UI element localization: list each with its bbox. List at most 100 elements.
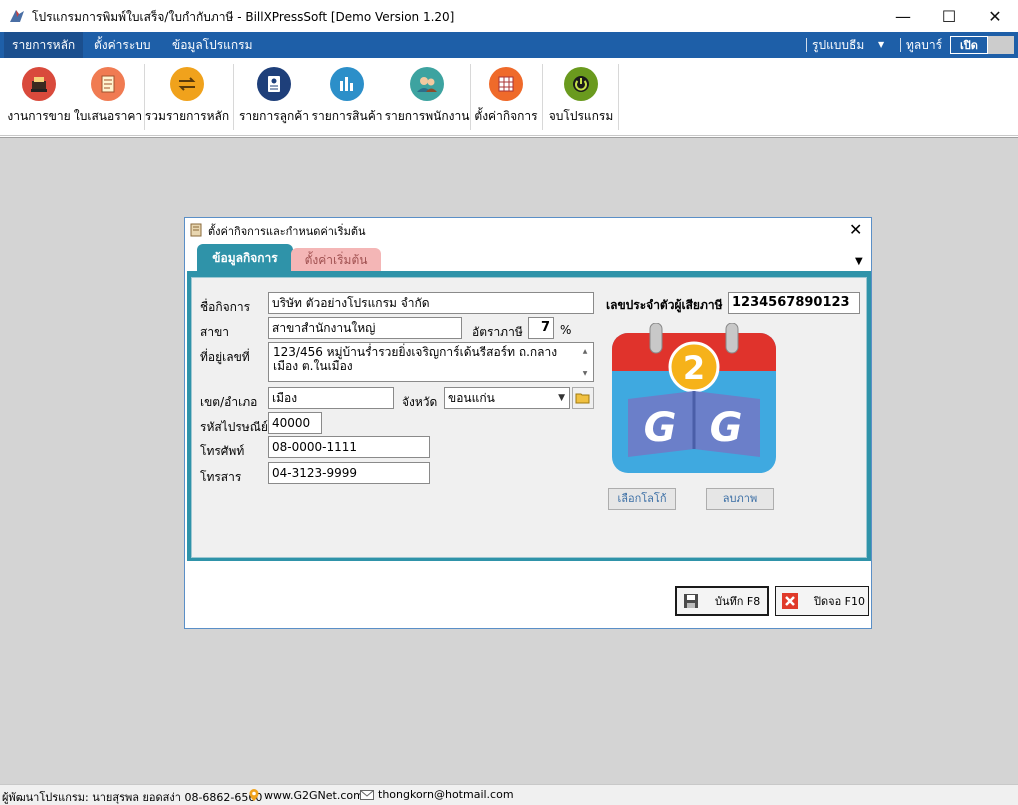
products-icon (330, 67, 364, 101)
address-label: ที่อยู่เลขที่ (200, 350, 250, 364)
email-link[interactable]: thongkorn@hotmail.com (378, 788, 514, 801)
exit-program-button[interactable]: จบโปรแกรม (548, 64, 614, 130)
menu-separator (806, 38, 807, 52)
address-text: 123/456 หมู่บ้านร่ำรวยยิ่งเจริญการ์เด้นร… (273, 345, 558, 373)
app-icon (10, 10, 24, 22)
save-icon (684, 594, 698, 608)
quotation-label: ใบเสนอราคา (73, 109, 143, 123)
save-label: บันทึก F8 (715, 595, 761, 608)
tab-menu-icon[interactable]: ▼ (855, 256, 863, 267)
ribbon-separator (233, 64, 234, 130)
business-name-label: ชื่อกิจการ (200, 300, 251, 314)
theme-label[interactable]: รูปแบบธีม (812, 36, 864, 54)
business-logo-image: 2 G G (612, 323, 776, 473)
ribbon-separator (470, 64, 471, 130)
logo-left-letter: G (644, 405, 677, 451)
swap-icon (170, 67, 204, 101)
toolbar-toggle[interactable]: เปิด (950, 36, 1014, 54)
business-info-panel: ชื่อกิจการ บริษัท ตัวอย่างโปรแกรม จำกัด … (191, 277, 867, 558)
toolbar-label: ทูลบาร์ (906, 38, 943, 52)
folder-icon (575, 393, 590, 404)
close-dialog-button[interactable]: ปิดจอ F10 (775, 586, 869, 616)
website-link[interactable]: www.G2GNet.com (264, 789, 364, 802)
customers-button[interactable]: รายการลูกค้า (238, 64, 310, 130)
employees-button[interactable]: รายการพนักงาน (384, 64, 470, 130)
phone-field[interactable]: 08-0000-1111 (268, 436, 430, 458)
logo-number: 2 (683, 349, 705, 387)
sales-label: งานการขาย (7, 109, 71, 123)
website-item[interactable]: www.G2GNet.com (248, 788, 364, 802)
developer-info: ผู้พัฒนาโปรแกรม: นายสุรพล ยอดสง่า 08-686… (2, 791, 263, 804)
close-dialog-label: ปิดจอ F10 (814, 595, 865, 608)
menu-bar: รายการหลัก ตั้งค่าระบบ ข้อมูลโปรแกรม รูป… (0, 32, 1018, 58)
title-bar: โปรแกรมการพิมพ์ใบเสร็จ/ใบกำกับภาษี - Bil… (0, 0, 1018, 32)
branch-label: สาขา (200, 325, 230, 339)
quotation-button[interactable]: ใบเสนอราคา (74, 64, 142, 130)
combine-items-button[interactable]: รวมรายการหลัก (144, 64, 230, 130)
logo-right-letter: G (710, 405, 743, 451)
location-pin-icon (249, 789, 259, 801)
dialog-title-icon (190, 223, 202, 237)
branch-field[interactable]: สาขาสำนักงานใหญ่ (268, 317, 462, 339)
dialog-close-icon[interactable]: ✕ (849, 220, 862, 239)
close-icon (782, 593, 798, 609)
province-select[interactable]: ขอนแก่น ▼ (444, 387, 570, 409)
theme-dropdown-icon[interactable]: ▼ (878, 36, 884, 54)
products-button[interactable]: รายการสินค้า (312, 64, 382, 130)
tab-business-info[interactable]: ข้อมูลกิจการ (197, 244, 293, 272)
combine-items-label: รวมรายการหลัก (144, 109, 230, 123)
province-browse-button[interactable] (572, 387, 594, 409)
customers-label: รายการลูกค้า (238, 109, 310, 123)
customer-card-icon (257, 67, 291, 101)
ribbon-separator (618, 64, 619, 130)
phone-label: โทรศัพท์ (200, 444, 245, 458)
fax-field[interactable]: 04-3123-9999 (268, 462, 430, 484)
email-item[interactable]: thongkorn@hotmail.com (360, 788, 514, 801)
minimize-button[interactable]: — (880, 0, 926, 32)
ribbon-toolbar: งานการขาย ใบเสนอราคา รวมรายการหลัก รายกา… (0, 58, 1018, 136)
ribbon-separator (542, 64, 543, 130)
close-window-button[interactable]: ✕ (972, 0, 1018, 32)
tab-main-items[interactable]: รายการหลัก (4, 32, 84, 58)
tab-panel: ชื่อกิจการ บริษัท ตัวอย่างโปรแกรม จำกัด … (187, 271, 871, 561)
address-scroll-icon[interactable]: ▲ ▼ (579, 345, 591, 381)
document-icon (91, 67, 125, 101)
cash-register-icon (22, 67, 56, 101)
address-field[interactable]: 123/456 หมู่บ้านร่ำรวยยิ่งเจริญการ์เด้นร… (268, 342, 594, 382)
postcode-label: รหัสไปรษณีย์ (200, 420, 268, 434)
tax-rate-field[interactable]: 7 (528, 317, 554, 339)
dialog-title: ตั้งค่ากิจการและกำหนดค่าเริ่มต้น (208, 225, 366, 238)
delete-image-button[interactable]: ลบภาพ (706, 488, 774, 510)
postcode-field[interactable]: 40000 (268, 412, 322, 434)
status-bar: ผู้พัฒนาโปรแกรม: นายสุรพล ยอดสง่า 08-686… (0, 784, 1018, 805)
business-settings-label: ตั้งค่ากิจการ (474, 109, 538, 123)
email-icon (360, 789, 374, 800)
sales-button[interactable]: งานการขาย (7, 64, 71, 130)
province-value: ขอนแก่น (448, 391, 495, 405)
tax-rate-label: อัตราภาษี (472, 325, 523, 339)
tax-id-label: เลขประจำตัวผู้เสียภาษี (606, 298, 723, 312)
save-button[interactable]: บันทึก F8 (675, 586, 769, 616)
tab-default-settings[interactable]: ตั้งค่าเริ่มต้น (291, 248, 381, 272)
employees-label: รายการพนักงาน (384, 109, 470, 123)
toggle-on-label: เปิด (950, 36, 988, 54)
choose-logo-button[interactable]: เลือกโลโก้ (608, 488, 676, 510)
exit-program-label: จบโปรแกรม (548, 109, 614, 123)
tax-id-field[interactable]: 1234567890123 (728, 292, 860, 314)
business-settings-dialog: ตั้งค่ากิจการและกำหนดค่าเริ่มต้น ✕ ข้อมู… (184, 217, 872, 629)
menu-separator (900, 38, 901, 52)
products-label: รายการสินค้า (311, 109, 383, 123)
business-settings-button[interactable]: ตั้งค่ากิจการ (474, 64, 538, 130)
business-name-field[interactable]: บริษัท ตัวอย่างโปรแกรม จำกัด (268, 292, 594, 314)
district-field[interactable]: เมือง (268, 387, 394, 409)
business-settings-icon (489, 67, 523, 101)
fax-label: โทรสาร (200, 470, 242, 484)
tax-rate-unit: % (560, 323, 572, 337)
power-icon (564, 67, 598, 101)
district-label: เขต/อำเภอ (200, 395, 258, 409)
tab-program-info[interactable]: ข้อมูลโปรแกรม (164, 32, 261, 58)
tab-system-settings[interactable]: ตั้งค่าระบบ (86, 32, 159, 58)
maximize-button[interactable]: ☐ (926, 0, 972, 32)
window-title: โปรแกรมการพิมพ์ใบเสร็จ/ใบกำกับภาษี - Bil… (32, 10, 455, 24)
chevron-down-icon: ▼ (558, 393, 565, 403)
